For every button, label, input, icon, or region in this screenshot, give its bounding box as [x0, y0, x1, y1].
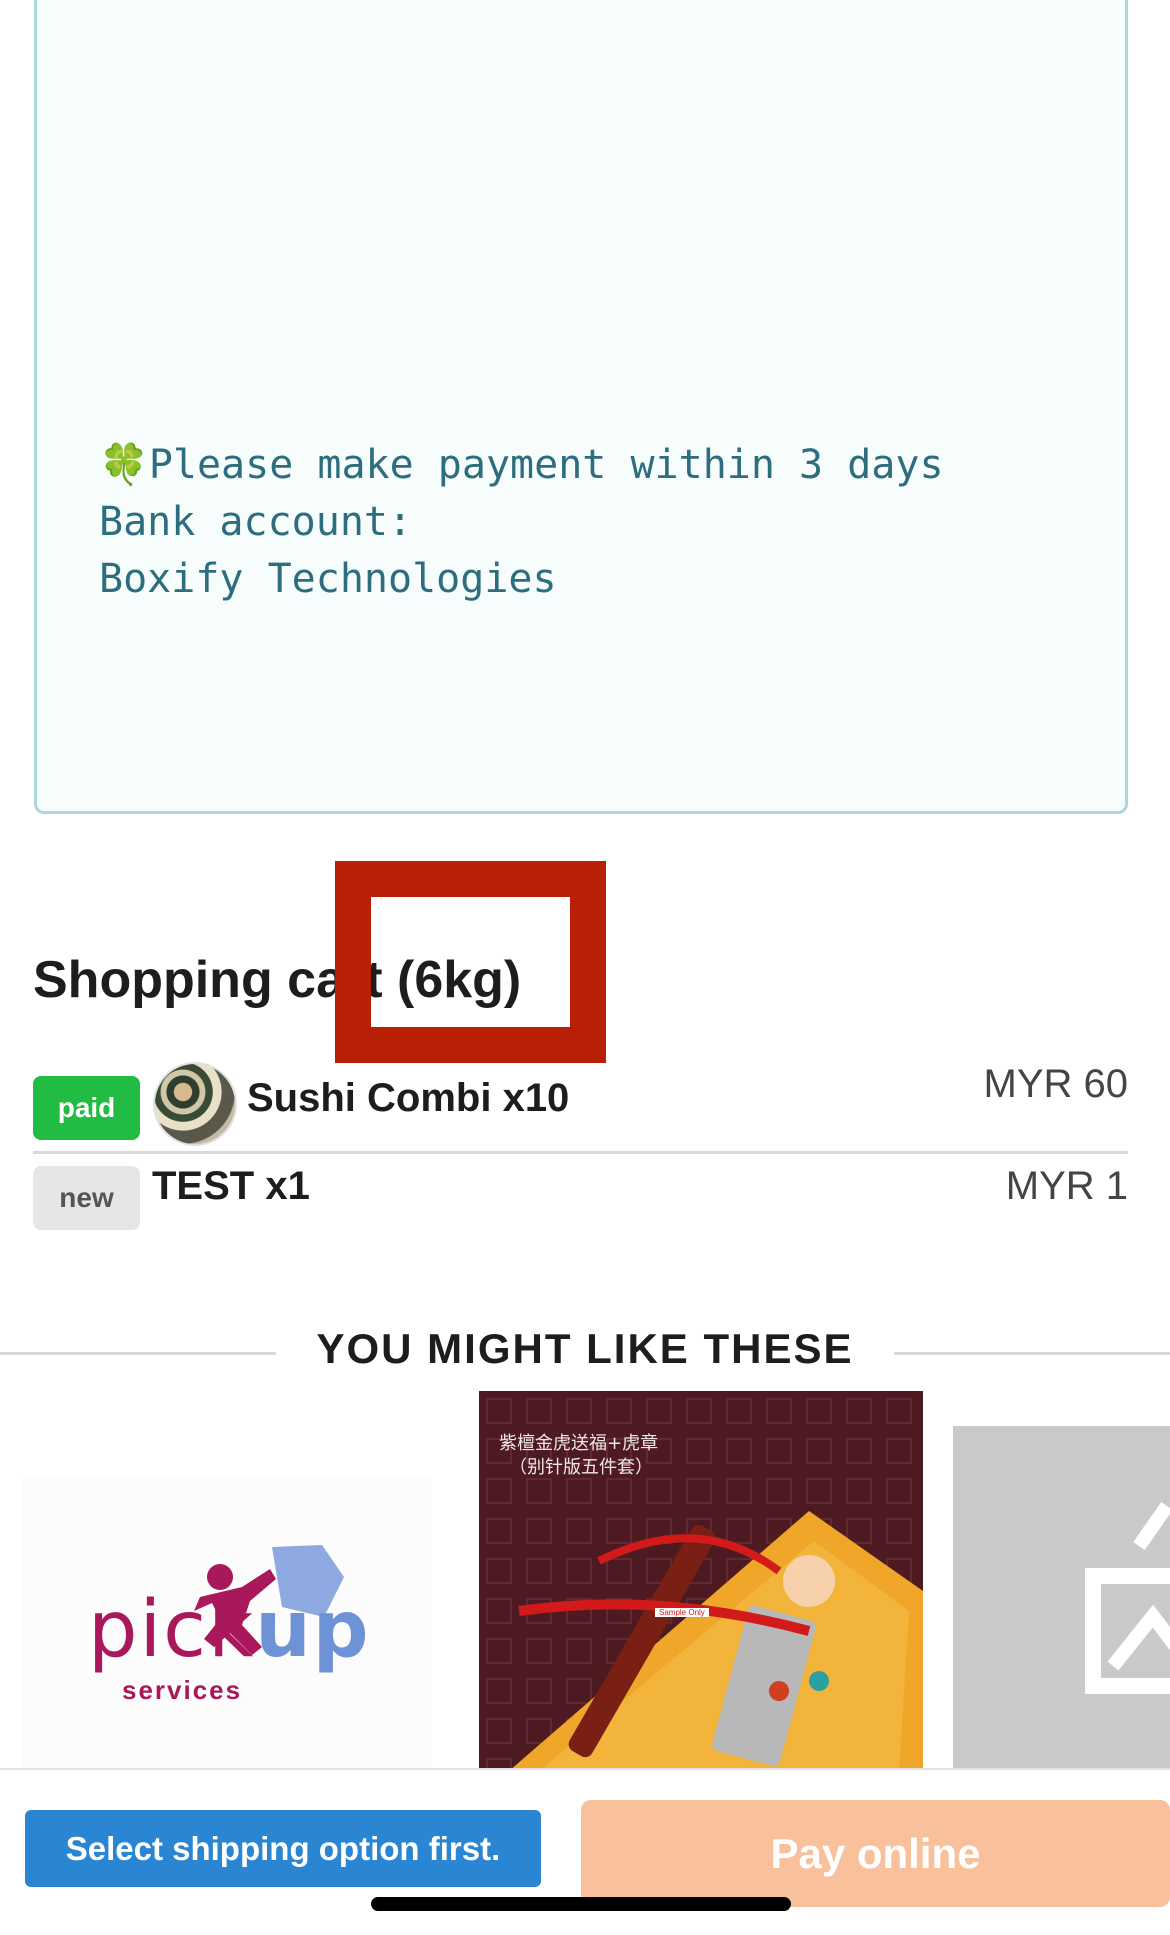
note-line-2: Bank account: [99, 499, 413, 545]
suggestion-card-gift-set[interactable]: 紫檀金虎送福+虎章 （别针版五件套） Sample Only [479, 1391, 923, 1771]
cart-row[interactable]: new TEST x1 MYR 1 [33, 1158, 1128, 1250]
status-badge: paid [33, 1076, 140, 1140]
item-price: MYR 1 [1005, 1164, 1128, 1208]
payment-note-box: 🍀Please make payment within 3 days Bank … [34, 0, 1128, 814]
highlight-box [335, 861, 606, 1063]
home-indicator [371, 1897, 791, 1911]
product-caption-1: 紫檀金虎送福+虎章 [499, 1433, 659, 1454]
cart-row[interactable]: paid Sushi Combi x10 MYR 60 [33, 1058, 1128, 1154]
item-name: Sushi Combi x10 [247, 1076, 570, 1120]
item-name: TEST x1 [152, 1164, 310, 1208]
page: 🍀Please make payment within 3 days Bank … [0, 0, 1170, 1935]
pickup-wordmark: pickup [88, 1585, 371, 1675]
note-line-1: Please make payment within 3 days [148, 442, 944, 488]
suggestion-card-placeholder[interactable] [953, 1426, 1170, 1771]
item-price: MYR 60 [983, 1062, 1129, 1106]
payment-note-text: 🍀Please make payment within 3 days Bank … [99, 437, 1099, 608]
sample-label: Sample Only [655, 1608, 709, 1617]
bottom-action-bar: Select shipping option first. Pay online [0, 1768, 1170, 1935]
suggestion-card-pickup[interactable]: pickup services [22, 1475, 432, 1771]
product-thumbnail [153, 1062, 237, 1146]
select-shipping-button[interactable]: Select shipping option first. [25, 1810, 541, 1887]
suggestions-title: YOU MIGHT LIKE THESE [0, 1325, 1170, 1373]
note-line-3: Boxify Technologies [99, 556, 557, 602]
product-caption-2: （别针版五件套） [509, 1457, 653, 1478]
pay-online-button[interactable]: Pay online [581, 1800, 1170, 1907]
clover-icon: 🍀 [99, 442, 149, 488]
image-placeholder-icon [1085, 1501, 1170, 1694]
pickup-services-label: services [122, 1675, 243, 1705]
status-badge: new [33, 1166, 140, 1230]
